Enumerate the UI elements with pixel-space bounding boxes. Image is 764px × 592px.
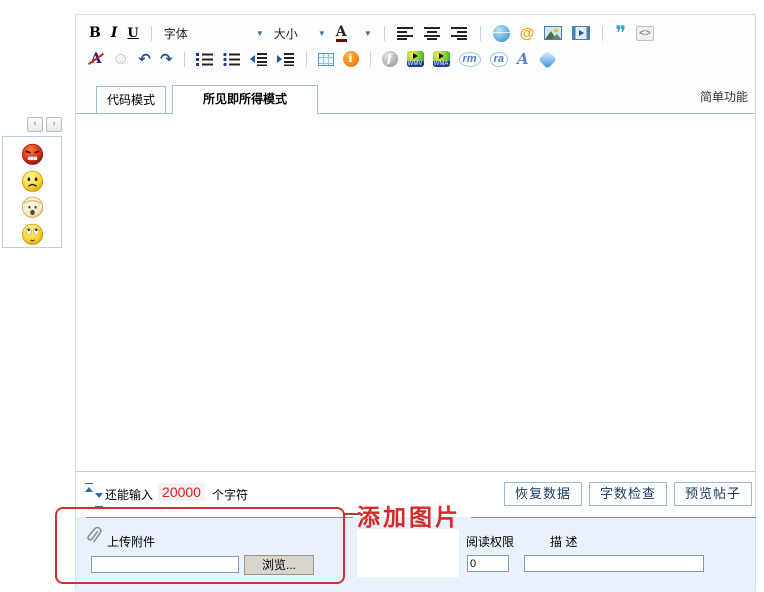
simple-mode-link[interactable]: 简单功能 xyxy=(700,88,748,105)
read-permission-input[interactable] xyxy=(467,555,509,572)
insert-image-icon[interactable] xyxy=(544,26,563,40)
paperclip-icon xyxy=(86,526,102,548)
section-divider xyxy=(86,517,353,518)
italic-button[interactable]: I xyxy=(111,25,118,41)
toolbar-separator xyxy=(602,25,604,41)
flash-icon[interactable]: f xyxy=(381,51,398,67)
font-family-label: 字体 xyxy=(163,26,188,41)
tab-code-mode[interactable]: 代码模式 xyxy=(96,86,166,114)
remaining-chars-suffix: 个字符 xyxy=(212,488,249,502)
play-icon xyxy=(438,53,444,59)
read-permission-label: 阅读权限 xyxy=(466,535,515,549)
outdent-icon[interactable] xyxy=(249,52,268,66)
insert-video-icon[interactable] xyxy=(572,26,591,40)
toolbar-separator xyxy=(150,25,152,41)
unordered-list-icon[interactable] xyxy=(222,52,241,66)
align-left-icon[interactable] xyxy=(396,26,414,40)
chevron-down-icon: ▼ xyxy=(317,28,326,38)
attachment-file-input[interactable] xyxy=(91,556,239,573)
wma-label: WMA xyxy=(432,61,450,67)
shocked-face-emoticon[interactable] xyxy=(21,196,44,219)
emoticon-pager: ‹ › xyxy=(27,117,62,132)
browse-button[interactable]: 浏览... xyxy=(244,555,314,575)
shrink-editor-icon[interactable] xyxy=(95,493,103,507)
insert-table-icon[interactable] xyxy=(317,52,334,66)
chevron-down-icon: ▼ xyxy=(363,28,372,38)
word-count-button[interactable]: 字数检查 xyxy=(589,482,667,506)
wmv-label: WMV xyxy=(406,61,424,67)
emoticon-next-button[interactable]: › xyxy=(46,117,62,132)
attachment-info-icon[interactable]: i xyxy=(342,51,359,67)
tab-wysiwyg-mode[interactable]: 所见即所得模式 xyxy=(172,85,318,114)
font-size-dropdown[interactable]: 大小 ▼ xyxy=(274,25,326,42)
wmv-media-icon[interactable]: WMV xyxy=(406,51,424,67)
insert-link-icon[interactable] xyxy=(492,24,510,42)
upload-attachment-label: 上传附件 xyxy=(107,535,156,549)
editor-toolbar: B I U 字体 ▼ 大小 ▼ A ▼ @ ❞ <> A ☺ ↶ ↷ i f W… xyxy=(76,15,755,72)
wma-media-icon[interactable]: WMA xyxy=(432,51,450,67)
section-divider xyxy=(471,517,756,518)
insert-email-icon[interactable]: @ xyxy=(520,25,535,42)
undo-icon[interactable]: ↶ xyxy=(138,50,151,68)
description-label: 描 述 xyxy=(550,535,578,549)
redo-icon[interactable]: ↷ xyxy=(160,50,173,68)
annotation-add-image-text: 添加图片 xyxy=(357,504,461,531)
realmedia-icon[interactable]: rm xyxy=(458,51,481,67)
mode-tab-bar: 代码模式 所见即所得模式 简单功能 xyxy=(76,79,755,114)
sad-face-emoticon[interactable] xyxy=(21,170,44,193)
quote-icon[interactable]: ❞ xyxy=(615,23,626,43)
realaudio-icon[interactable]: ra xyxy=(489,51,508,67)
toolbar-separator xyxy=(183,51,185,67)
description-input[interactable] xyxy=(524,555,704,572)
expand-editor-icon[interactable] xyxy=(85,483,93,492)
align-right-icon[interactable] xyxy=(450,26,468,40)
font-size-label: 大小 xyxy=(273,26,298,41)
align-center-icon[interactable] xyxy=(423,26,441,40)
resize-editor-handle[interactable] xyxy=(85,483,105,507)
font-color-icon: A xyxy=(335,23,347,42)
smiley-icon[interactable]: ☺ xyxy=(112,50,129,67)
preview-post-button[interactable]: 预览帖子 xyxy=(674,482,752,506)
crystal-icon[interactable] xyxy=(537,49,557,69)
restore-data-button[interactable]: 恢复数据 xyxy=(504,482,582,506)
bold-button[interactable]: B xyxy=(89,25,101,41)
indent-icon[interactable] xyxy=(276,52,295,66)
emoticon-panel xyxy=(2,136,62,248)
furious-face-emoticon[interactable] xyxy=(21,143,44,166)
toolbar-separator xyxy=(305,51,307,67)
toolbar-separator xyxy=(479,25,481,41)
font-family-dropdown[interactable]: 字体 ▼ xyxy=(164,25,264,42)
code-icon[interactable]: <> xyxy=(636,25,654,41)
editor-canvas[interactable] xyxy=(76,114,755,471)
play-icon xyxy=(412,53,418,59)
chevron-down-icon: ▼ xyxy=(255,28,264,38)
underline-button[interactable]: U xyxy=(127,26,138,41)
remaining-chars-count: 20000 xyxy=(158,483,205,501)
wide-eyed-face-emoticon[interactable] xyxy=(21,223,44,246)
font-color-dropdown[interactable]: A ▼ xyxy=(335,23,372,42)
font-style-icon[interactable]: A xyxy=(517,50,529,68)
image-preview-box xyxy=(357,529,459,577)
emoticon-prev-button[interactable]: ‹ xyxy=(27,117,43,132)
remaining-chars-label: 还能输入 xyxy=(105,488,154,502)
ordered-list-icon[interactable] xyxy=(195,52,214,66)
toolbar-separator xyxy=(383,25,385,41)
toolbar-separator xyxy=(369,51,371,67)
remove-format-icon[interactable]: A xyxy=(89,51,103,67)
